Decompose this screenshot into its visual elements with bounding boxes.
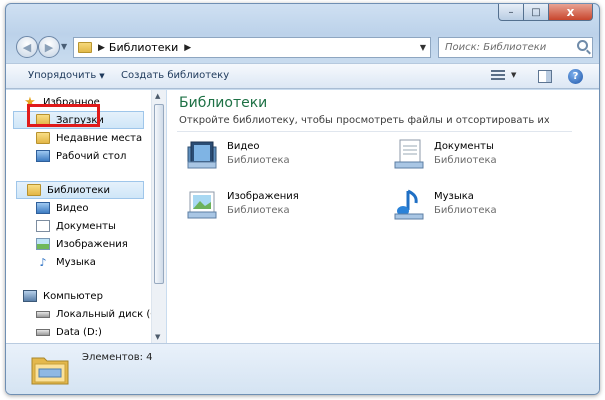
views-dropdown-icon[interactable]: ▼ xyxy=(511,71,516,79)
nav-libraries-label: Библиотеки xyxy=(47,184,111,196)
explorer-window: – □ x ◀ ▶ ▼ ▶ Библиотеки ▶ ▼ Поиск: Библ… xyxy=(5,3,600,395)
help-icon[interactable]: ? xyxy=(568,69,583,84)
forward-button[interactable]: ▶ xyxy=(38,36,60,58)
nav-recent-label: Недавние места xyxy=(56,132,143,144)
forward-arrow-icon: ▶ xyxy=(44,40,54,54)
nav-local-disk[interactable]: Локальный диск (C:) xyxy=(36,305,165,323)
organize-label: Упорядочить xyxy=(28,70,97,81)
nav-pictures-label: Изображения xyxy=(56,238,128,250)
recent-pages-dropdown[interactable]: ▼ xyxy=(61,42,67,51)
tile-name: Музыка xyxy=(434,191,474,202)
back-arrow-icon: ◀ xyxy=(22,40,32,54)
nav-computer-label: Компьютер xyxy=(43,290,103,302)
close-button[interactable]: x xyxy=(549,4,593,21)
library-tile-videos[interactable]: Видео Библиотека xyxy=(185,138,385,174)
library-tile-music[interactable]: Музыка Библиотека xyxy=(392,188,592,224)
library-tile-documents[interactable]: Документы Библиотека xyxy=(392,138,592,174)
nav-local-disk-label: Локальный диск (C:) xyxy=(56,308,165,320)
documents-library-icon xyxy=(394,139,424,169)
local-disk-icon xyxy=(36,310,50,318)
organize-button[interactable]: Упорядочить ▼ xyxy=(28,70,105,81)
data-disk-icon xyxy=(36,328,50,336)
chevron-down-icon: ▼ xyxy=(99,72,105,80)
nav-computer[interactable]: Компьютер xyxy=(23,287,103,305)
tile-type: Библиотека xyxy=(227,155,290,166)
nav-desktop-label: Рабочий стол xyxy=(56,150,127,162)
preview-pane-icon[interactable] xyxy=(538,70,552,83)
caption-buttons: – □ x xyxy=(498,4,593,21)
nav-pictures[interactable]: Изображения xyxy=(36,235,128,253)
libraries-folder-icon xyxy=(31,357,69,385)
nav-documents-label: Документы xyxy=(56,220,116,232)
libraries-folder-icon xyxy=(78,42,92,53)
command-bar: Упорядочить ▼ Создать библиотеку ▼ ? xyxy=(6,63,599,89)
nav-music[interactable]: ♪ Музыка xyxy=(36,253,96,271)
recent-places-icon xyxy=(36,132,50,144)
annotation-highlight-box xyxy=(27,104,100,127)
video-library-icon xyxy=(36,202,50,214)
search-placeholder[interactable]: Поиск: Библиотеки xyxy=(445,42,546,53)
page-subtitle: Откройте библиотеку, чтобы просмотреть ф… xyxy=(179,115,549,126)
nav-documents[interactable]: Документы xyxy=(36,217,116,235)
tile-type: Библиотека xyxy=(227,205,290,216)
search-box[interactable]: Поиск: Библиотеки xyxy=(438,37,593,58)
library-tile-pictures[interactable]: Изображения Библиотека xyxy=(185,188,385,224)
page-title: Библиотеки xyxy=(179,95,268,111)
scroll-down-icon[interactable]: ▼ xyxy=(155,333,160,341)
video-library-icon xyxy=(187,141,217,169)
nav-data-disk[interactable]: Data (D:) xyxy=(36,323,102,341)
back-button[interactable]: ◀ xyxy=(16,36,38,58)
divider xyxy=(177,131,572,132)
nav-libraries[interactable]: Библиотеки xyxy=(16,181,144,199)
music-library-icon xyxy=(394,189,424,220)
create-library-button[interactable]: Создать библиотеку xyxy=(121,70,229,81)
music-library-icon: ♪ xyxy=(39,255,47,269)
tile-name: Видео xyxy=(227,141,260,152)
views-icon[interactable] xyxy=(491,70,505,82)
address-bar[interactable]: ▶ Библиотеки ▶ ▼ xyxy=(73,37,431,58)
navigation-pane: ★ Избранное Загрузки Недавние места Рабо… xyxy=(6,90,166,343)
minimize-button[interactable]: – xyxy=(498,4,524,21)
pictures-library-icon xyxy=(36,238,50,250)
nav-videos[interactable]: Видео xyxy=(36,199,89,217)
pictures-library-icon xyxy=(187,191,217,219)
nav-recent-places[interactable]: Недавние места xyxy=(36,129,142,147)
status-bar: Элементов: 4 xyxy=(6,343,599,394)
computer-icon xyxy=(23,290,37,302)
libraries-icon xyxy=(27,184,41,196)
breadcrumb-separator[interactable]: ▶ xyxy=(184,43,191,53)
tile-type: Библиотека xyxy=(434,205,497,216)
documents-library-icon xyxy=(36,220,50,232)
nav-videos-label: Видео xyxy=(56,202,89,214)
tile-name: Изображения xyxy=(227,191,299,202)
nav-music-label: Музыка xyxy=(56,256,96,268)
breadcrumb-libraries[interactable]: Библиотеки xyxy=(109,41,178,54)
maximize-button[interactable]: □ xyxy=(524,4,549,21)
nav-data-disk-label: Data (D:) xyxy=(56,326,102,338)
nav-desktop[interactable]: Рабочий стол xyxy=(36,147,126,165)
tile-name: Документы xyxy=(434,141,494,152)
address-dropdown-icon[interactable]: ▼ xyxy=(420,43,426,52)
scroll-thumb[interactable] xyxy=(154,104,164,284)
content-pane: Библиотеки Откройте библиотеку, чтобы пр… xyxy=(167,90,599,343)
scroll-up-icon[interactable]: ▲ xyxy=(155,92,160,100)
search-icon[interactable] xyxy=(577,40,588,51)
nav-scrollbar[interactable]: ▲ ▼ xyxy=(151,90,166,343)
tile-type: Библиотека xyxy=(434,155,497,166)
breadcrumb-separator[interactable]: ▶ xyxy=(98,43,105,53)
item-count: Элементов: 4 xyxy=(82,352,153,363)
desktop-icon xyxy=(36,150,50,162)
